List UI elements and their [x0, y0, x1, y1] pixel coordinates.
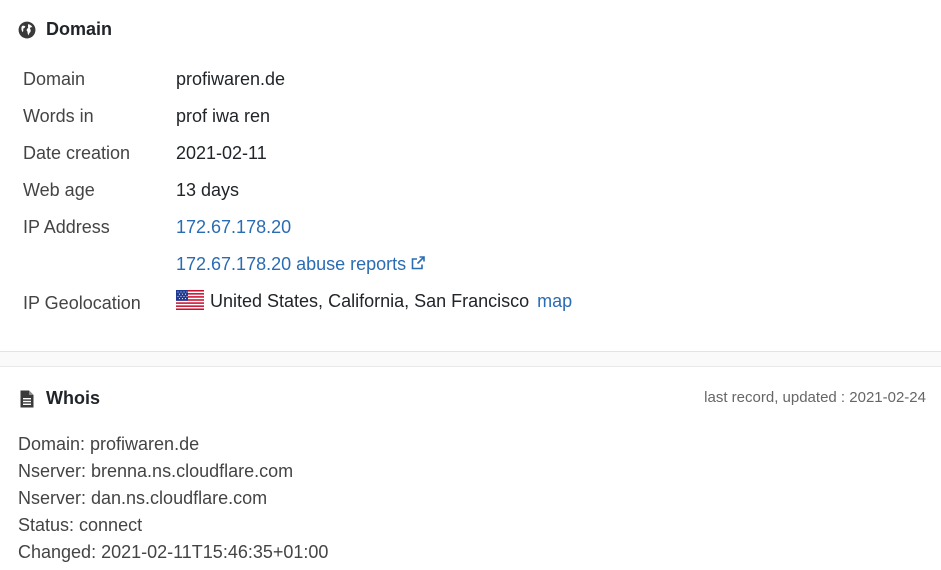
external-link-icon: [411, 256, 425, 270]
us-flag-icon: [176, 290, 204, 310]
row-label: Web age: [23, 180, 95, 200]
whois-section-header: Whois: [18, 388, 100, 409]
row-label: IP Address: [23, 217, 110, 237]
row-ip-address: IP Address 172.67.178.20: [23, 209, 723, 246]
whois-section-title: Whois: [46, 388, 100, 408]
document-icon: [20, 390, 34, 407]
row-label: Words in: [23, 106, 94, 126]
row-value: 13 days: [176, 180, 240, 200]
abuse-reports-link[interactable]: 172.67.178.20 abuse reports: [176, 254, 426, 274]
geolocation-text: United States, California, San Francisco: [210, 291, 530, 311]
whois-line: Status: connect: [18, 515, 143, 535]
whois-line: Nserver: brenna.ns.cloudflare.com: [18, 461, 294, 481]
row-domain: Domain profiwaren.de: [23, 61, 723, 98]
domain-section-title: Domain: [46, 19, 113, 39]
page: Domain Domain profiwaren.de Words in pro…: [0, 0, 941, 570]
row-web-age: Web age 13 days: [23, 172, 723, 209]
row-value: profiwaren.de: [176, 69, 286, 89]
row-value: 2021-02-11: [176, 143, 267, 163]
whois-line: Domain: profiwaren.de: [18, 434, 200, 454]
row-value: prof iwa ren: [176, 106, 271, 126]
ip-address-link[interactable]: 172.67.178.20: [176, 217, 291, 237]
row-words-in: Words in prof iwa ren: [23, 98, 723, 135]
row-label: Date creation: [23, 143, 131, 163]
globe-icon: [18, 21, 36, 38]
row-abuse-reports: 172.67.178.20 abuse reports: [23, 246, 723, 283]
abuse-reports-label: 172.67.178.20 abuse reports: [176, 254, 407, 274]
section-divider: [0, 351, 941, 367]
row-label: Domain: [23, 69, 86, 89]
whois-record: Domain: profiwaren.de Nserver: brenna.ns…: [18, 431, 328, 566]
domain-section-header: Domain: [18, 19, 112, 40]
row-date-creation: Date creation 2021-02-11: [23, 135, 723, 172]
whois-updated-text: last record, updated : 2021-02-24: [704, 389, 926, 406]
whois-line: Nserver: dan.ns.cloudflare.com: [18, 488, 268, 508]
row-label: IP Geolocation: [23, 293, 141, 313]
row-ip-geolocation: IP Geolocation United States, California…: [23, 285, 723, 322]
map-link[interactable]: map: [537, 291, 572, 311]
whois-line: Changed: 2021-02-11T15:46:35+01:00: [18, 542, 329, 562]
